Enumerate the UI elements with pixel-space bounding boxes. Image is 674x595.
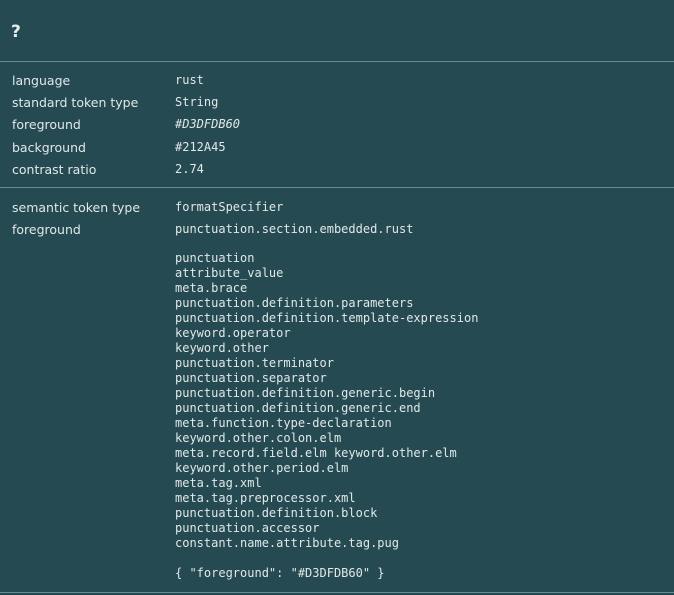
divider: [0, 61, 674, 62]
scope-item: keyword.other.colon.elm: [175, 431, 342, 445]
row-foreground: foreground #D3DFDB60: [0, 117, 674, 139]
divider: [0, 592, 674, 593]
background-label: background: [12, 140, 86, 155]
scope-item: meta.record.field.elm keyword.other.elm: [175, 446, 457, 460]
scope-item: meta.brace: [175, 281, 248, 295]
foreground-value: #D3DFDB60: [175, 117, 241, 131]
row-semantic-token-type: semantic token type formatSpecifier: [0, 200, 674, 222]
scope-item: punctuation.definition.generic.begin: [175, 386, 436, 400]
language-value: rust: [175, 73, 204, 87]
background-value: #212A45: [175, 140, 226, 154]
language-label: language: [12, 73, 71, 88]
scope-item: attribute_value: [175, 266, 284, 280]
contrast-ratio-label: contrast ratio: [12, 162, 97, 177]
token-inspector-panel: ? language rust standard token type Stri…: [0, 0, 674, 595]
foreground-label: foreground: [12, 117, 81, 132]
scope-item: punctuation.definition.generic.end: [175, 401, 421, 415]
row-language: language rust: [0, 73, 674, 95]
divider: [0, 187, 674, 188]
scope-item: keyword.operator: [175, 326, 291, 340]
row-background: background #212A45: [0, 140, 674, 162]
scope-item: punctuation.definition.template-expressi…: [175, 311, 479, 325]
theme-json-snippet: { "foreground": "#D3DFDB60" }: [175, 566, 385, 580]
semantic-token-type-value: formatSpecifier: [175, 200, 284, 214]
semantic-foreground-label: foreground: [12, 222, 81, 237]
hover-title: ?: [11, 22, 21, 42]
semantic-token-type-label: semantic token type: [12, 200, 141, 215]
scope-item: keyword.other: [175, 341, 269, 355]
scope-item: punctuation.accessor: [175, 521, 320, 535]
semantic-foreground-value: punctuation.section.embedded.rust: [175, 222, 414, 236]
row-standard-token-type: standard token type String: [0, 95, 674, 117]
scope-item: punctuation: [175, 251, 255, 265]
row-contrast-ratio: contrast ratio 2.74: [0, 162, 674, 184]
scope-item: meta.function.type-declaration: [175, 416, 392, 430]
standard-token-type-label: standard token type: [12, 95, 139, 110]
scope-item: constant.name.attribute.tag.pug: [175, 536, 399, 550]
standard-token-type-value: String: [175, 95, 219, 109]
scope-item: punctuation.terminator: [175, 356, 334, 370]
scope-item: punctuation.definition.block: [175, 506, 378, 520]
scope-item: punctuation.definition.parameters: [175, 296, 414, 310]
scope-item: keyword.other.period.elm: [175, 461, 349, 475]
contrast-ratio-value: 2.74: [175, 162, 204, 176]
scope-list: punctuation attribute_value meta.brace p…: [175, 251, 478, 551]
scope-item: meta.tag.preprocessor.xml: [175, 491, 356, 505]
row-semantic-foreground: foreground punctuation.section.embedded.…: [0, 222, 674, 244]
scope-item: meta.tag.xml: [175, 476, 262, 490]
scope-item: punctuation.separator: [175, 371, 327, 385]
